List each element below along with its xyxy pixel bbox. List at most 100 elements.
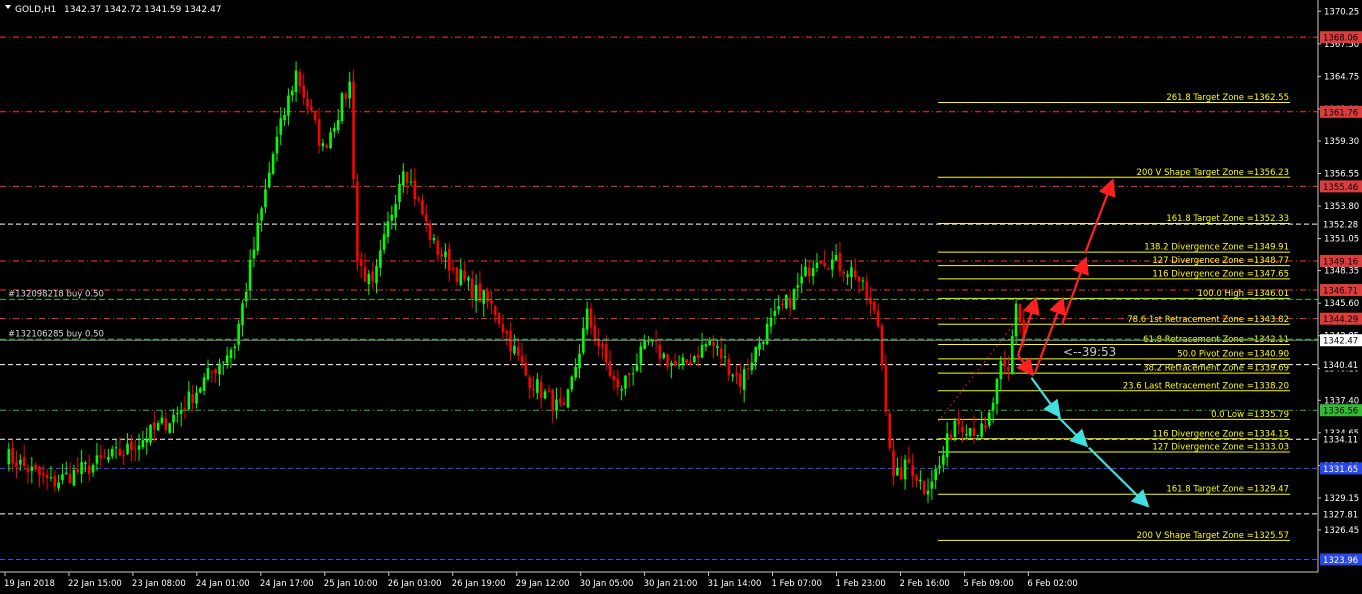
candle-body bbox=[612, 375, 616, 381]
candle-body bbox=[846, 274, 849, 277]
candle-body bbox=[409, 181, 413, 183]
candle-body bbox=[788, 297, 792, 308]
time-tick-label: 25 Jan 10:00 bbox=[324, 579, 378, 589]
candle-body bbox=[551, 389, 554, 412]
candle-body bbox=[283, 115, 286, 121]
candle-body bbox=[700, 345, 704, 358]
candle-body bbox=[413, 180, 417, 200]
candle-body bbox=[857, 276, 861, 282]
candle-body bbox=[608, 361, 612, 376]
candle-body bbox=[103, 456, 106, 458]
candle-body bbox=[739, 373, 742, 387]
candle-body bbox=[133, 450, 137, 452]
candle-body bbox=[118, 448, 122, 456]
candle-body bbox=[202, 377, 206, 391]
price-tick-label: 1356.55 bbox=[1324, 169, 1359, 179]
candle-body bbox=[704, 344, 708, 347]
candle-body bbox=[781, 303, 784, 306]
fib-zone-label: 138.2 Divergence Zone =1349.91 bbox=[1144, 243, 1289, 253]
candle-body bbox=[555, 399, 558, 411]
resistance-level-tag-label: 1346.71 bbox=[1323, 287, 1358, 297]
candle-body bbox=[873, 301, 876, 311]
candle-body bbox=[735, 373, 738, 376]
time-tick-label: 31 Jan 14:00 bbox=[708, 579, 762, 589]
candle-body bbox=[493, 306, 497, 315]
candle-body bbox=[681, 357, 685, 365]
candle-body bbox=[819, 260, 823, 264]
candle-body bbox=[317, 119, 321, 146]
candle-body bbox=[616, 378, 620, 388]
candle-body bbox=[1003, 359, 1006, 367]
candle-body bbox=[662, 353, 666, 359]
candle-body bbox=[842, 272, 846, 274]
candle-body bbox=[796, 285, 800, 288]
time-axis: 19 Jan 2018 22 Jan 15:00 23 Jan 08:00 24 Ja… bbox=[4, 572, 1078, 589]
fib-zone-label: 100.0 High =1346.01 bbox=[1197, 289, 1289, 299]
candle-body bbox=[145, 439, 149, 443]
candle-body bbox=[976, 434, 980, 436]
red-projection-arrow bbox=[1084, 178, 1116, 254]
candle-body bbox=[183, 408, 187, 410]
candle-body bbox=[1018, 303, 1022, 323]
candle-body bbox=[214, 368, 217, 374]
candle-body bbox=[470, 278, 474, 299]
candle-body bbox=[187, 391, 191, 410]
candle-body bbox=[907, 458, 911, 463]
candle-body bbox=[486, 290, 489, 302]
candle-body bbox=[620, 389, 623, 391]
ohlc-values: 1342.37 1342.72 1341.59 1342.47 bbox=[64, 5, 221, 15]
candle-body bbox=[666, 354, 669, 367]
candle-body bbox=[754, 346, 757, 363]
candle-body bbox=[218, 363, 221, 375]
candle-body bbox=[827, 268, 830, 270]
candle-body bbox=[30, 466, 34, 471]
candle-body bbox=[980, 423, 983, 437]
red-projection-arrow bbox=[1034, 296, 1066, 373]
time-tick-label: 1 Feb 07:00 bbox=[772, 579, 822, 589]
candle-body bbox=[945, 433, 949, 458]
candle-body bbox=[919, 479, 922, 482]
fib-zone-label: 261.8 Target Zone =1362.55 bbox=[1166, 93, 1289, 103]
candle-body bbox=[1010, 336, 1014, 375]
candle-body bbox=[275, 136, 279, 154]
candle-body bbox=[72, 469, 76, 486]
pivot-level-tag-label: 1327.81 bbox=[1323, 510, 1358, 520]
candle-body bbox=[45, 474, 49, 479]
candle-body bbox=[516, 346, 520, 356]
price-chart[interactable]: 261.8 Target Zone =1362.55 200 V Shape Ta… bbox=[0, 0, 1362, 594]
candle-body bbox=[310, 106, 313, 111]
candle-body bbox=[22, 457, 26, 466]
fib-zone-label: 127 Divergence Zone =1348.77 bbox=[1152, 256, 1289, 266]
candle-body bbox=[130, 441, 133, 451]
cyan-projection-arrow bbox=[1057, 416, 1089, 448]
candle-body bbox=[957, 418, 960, 425]
time-tick-label: 22 Jan 15:00 bbox=[68, 579, 122, 589]
symbol-label: GOLD,H1 bbox=[15, 5, 56, 15]
candle-body bbox=[229, 349, 233, 359]
candle-body bbox=[156, 423, 160, 431]
candle-body bbox=[290, 90, 294, 96]
candle-body bbox=[903, 459, 907, 480]
candle-body bbox=[513, 345, 516, 354]
time-tick-label: 5 Feb 09:00 bbox=[963, 579, 1013, 589]
price-tick-label: 1359.30 bbox=[1324, 137, 1359, 147]
symbol-dropdown-icon[interactable] bbox=[5, 5, 11, 9]
time-tick-label: 29 Jan 12:00 bbox=[516, 579, 570, 589]
candle-body bbox=[850, 267, 853, 277]
fib-zone-label: 200 V Shape Target Zone =1325.57 bbox=[1137, 531, 1289, 541]
candle-body bbox=[440, 253, 443, 257]
price-tick-label: 1345.60 bbox=[1324, 299, 1359, 309]
candle-body bbox=[356, 181, 359, 262]
candle-body bbox=[689, 361, 692, 365]
candle-body bbox=[107, 456, 110, 461]
candle-body bbox=[267, 172, 271, 188]
candle-body bbox=[248, 259, 252, 290]
candle-body bbox=[199, 388, 202, 393]
candle-body bbox=[382, 234, 386, 250]
candle-body bbox=[11, 447, 14, 464]
fib-zone-label: 161.8 Target Zone =1329.47 bbox=[1166, 485, 1289, 495]
candle-body bbox=[543, 391, 547, 399]
candle-body bbox=[451, 267, 455, 269]
candle-body bbox=[769, 317, 773, 327]
time-tick-label: 23 Jan 08:00 bbox=[132, 579, 186, 589]
